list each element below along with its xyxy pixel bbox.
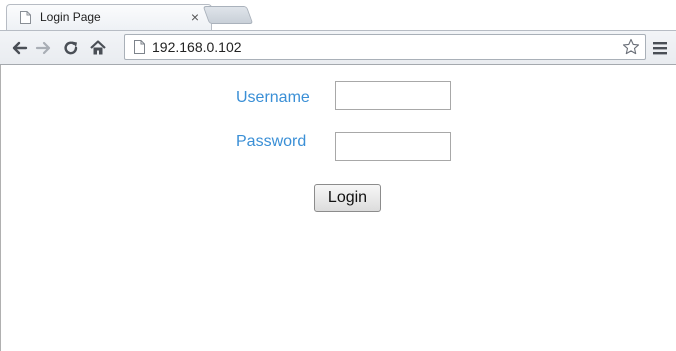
back-button[interactable] <box>8 37 30 59</box>
tab-close-icon[interactable]: × <box>187 9 203 25</box>
address-url[interactable]: 192.168.0.102 <box>152 39 242 56</box>
tab-strip: Login Page × <box>0 0 676 30</box>
home-icon <box>90 40 106 55</box>
username-label: Username <box>236 89 310 106</box>
forward-button[interactable] <box>33 37 55 59</box>
page-content: Username Password Login <box>0 65 676 351</box>
page-info-icon[interactable] <box>134 40 145 54</box>
reload-icon <box>64 41 78 55</box>
new-tab-icon[interactable] <box>202 6 254 24</box>
forward-arrow-icon <box>35 41 51 55</box>
back-arrow-icon <box>12 41 28 55</box>
username-field[interactable] <box>335 81 451 110</box>
browser-toolbar: 192.168.0.102 <box>0 30 676 65</box>
menu-icon[interactable] <box>651 39 669 57</box>
browser-window: Login Page × 192.168.0.102 Username Pass… <box>0 0 676 351</box>
star-icon[interactable] <box>622 38 640 56</box>
login-button[interactable]: Login <box>314 184 381 212</box>
address-bar[interactable]: 192.168.0.102 <box>124 34 646 60</box>
page-icon <box>20 11 31 24</box>
tab-login-page[interactable]: Login Page × <box>6 4 212 30</box>
tab-title: Login Page <box>40 10 101 24</box>
password-field[interactable] <box>335 132 451 161</box>
password-label: Password <box>236 133 307 150</box>
home-button[interactable] <box>87 37 109 59</box>
reload-button[interactable] <box>60 37 82 59</box>
